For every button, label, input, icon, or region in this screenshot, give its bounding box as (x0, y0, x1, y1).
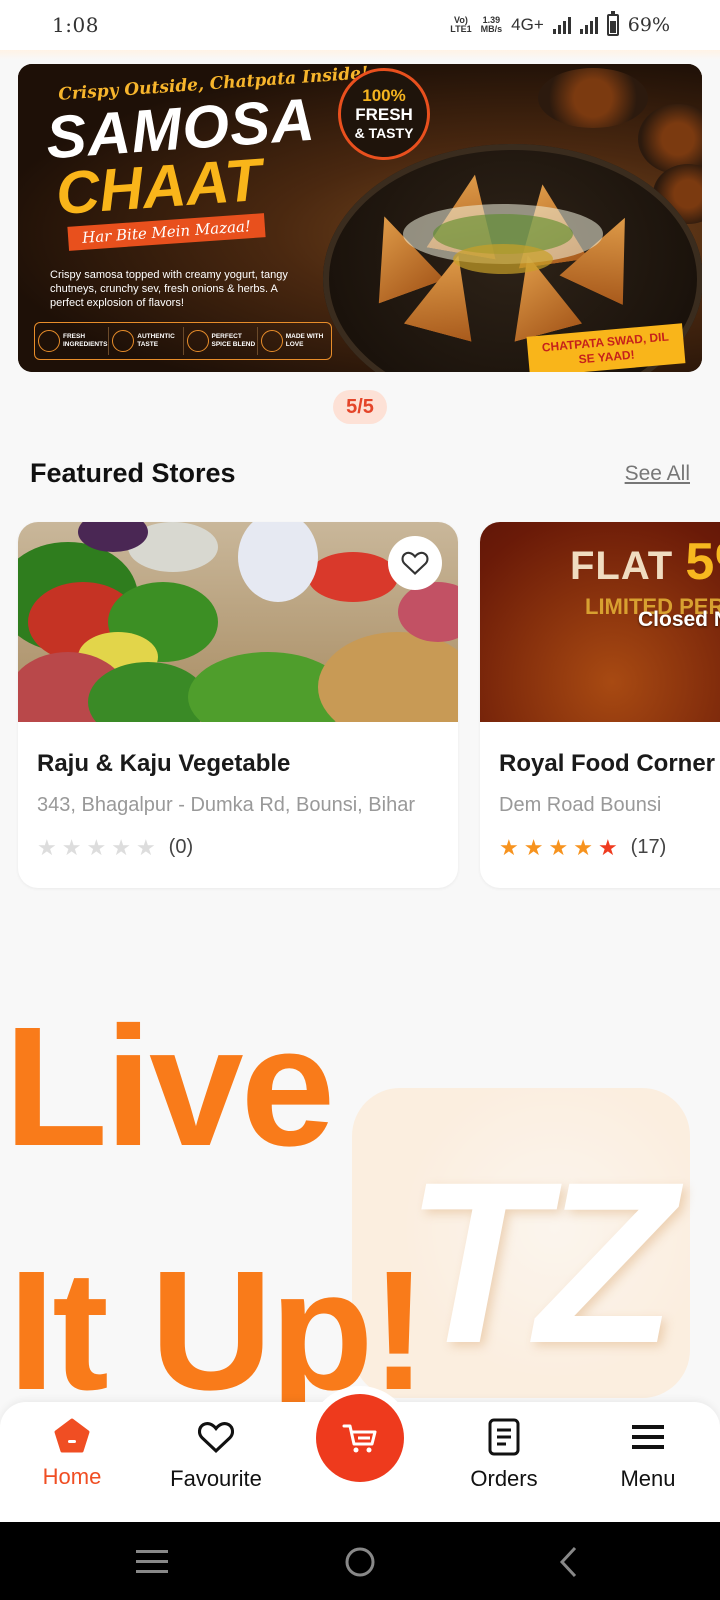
star-icon: ★ (597, 834, 618, 860)
system-navigation-bar (0, 1522, 720, 1600)
badge-line: & TASTY (354, 124, 414, 141)
feature-label: MADE WITH LOVE (285, 333, 324, 348)
store-address: Dem Road Bounsi (499, 794, 662, 816)
store-card[interactable]: Raju & Kaju Vegetable 343, Bhagalpur - D… (18, 522, 458, 888)
status-time: 1:08 (52, 13, 99, 37)
signal-icon (552, 16, 571, 34)
star-icon: ★ (523, 834, 544, 860)
star-icon: ★ (111, 834, 131, 860)
promo-headline: Live (4, 992, 335, 1182)
battery-fill (609, 20, 616, 33)
battery-percent: 69% (627, 14, 670, 36)
status-indicators: Vo) LTE1 1.39 MB/s 4G+ 69% (450, 11, 670, 36)
network-type: 4G+ (511, 15, 544, 34)
store-image: FLAT 5% LIMITED PERIO Closed N (480, 522, 720, 722)
star-icon: ★ (61, 834, 82, 860)
badge-line: 100% (362, 85, 406, 105)
feature-item: MADE WITH LOVE (258, 327, 331, 355)
chutney-bowl (538, 68, 648, 128)
home-icon (51, 1416, 93, 1458)
promo-banner[interactable]: Crispy Outside, Chatpata Inside! SAMOSA … (18, 64, 702, 372)
review-count: (17) (630, 836, 667, 858)
recent-apps-icon (136, 1550, 168, 1573)
carousel-indicator: 5/5 (333, 390, 387, 424)
star-icon: ★ (37, 834, 57, 860)
love-icon (260, 330, 283, 352)
review-count: (0) (168, 836, 194, 858)
badge-line: FRESH (355, 104, 413, 124)
battery-icon (606, 11, 619, 36)
nav-label: Menu (620, 1466, 676, 1491)
status-bar: 1:08 Vo) LTE1 1.39 MB/s 4G+ 69% (0, 0, 720, 50)
feature-item: PERFECT SPICE BLEND (184, 327, 258, 355)
network-speed: 1.39 MB/s (481, 16, 503, 34)
store-rating: ★ ★ ★ ★ ★ (0) (37, 836, 193, 859)
favourite-button[interactable] (388, 536, 442, 590)
feature-label: FRESH INGREDIENTS (63, 333, 108, 348)
volte-indicator: Vo) LTE1 (450, 15, 472, 34)
leaf-icon (38, 330, 60, 352)
store-image (18, 522, 458, 722)
app-logo-text: TZ (405, 1134, 676, 1391)
sev-topping (453, 244, 553, 274)
network-speed-unit: MB/s (480, 24, 503, 34)
store-card[interactable]: FLAT 5% LIMITED PERIO Closed N Royal Foo… (480, 522, 720, 888)
section-title: Featured Stores (30, 458, 236, 488)
header-strip (0, 50, 720, 60)
cart-icon (342, 1424, 377, 1453)
nav-label: Home (42, 1464, 102, 1489)
nav-orders[interactable]: Orders (432, 1402, 576, 1522)
store-status: Closed N (638, 608, 720, 631)
nav-favourite[interactable]: Favourite (144, 1402, 288, 1522)
store-rating: ★ ★ ★ ★ ★ (17) (499, 836, 666, 859)
promo-flat-label: FLAT (570, 544, 674, 588)
circle-home-icon (345, 1547, 375, 1577)
signal-icon-2 (579, 16, 598, 34)
nav-label: Favourite (170, 1466, 262, 1491)
feature-item: FRESH INGREDIENTS (35, 327, 110, 355)
chili-icon (186, 330, 209, 352)
feature-label: AUTHENTIC TASTE (137, 333, 175, 348)
star-icon: ★ (573, 834, 593, 860)
store-name: Raju & Kaju Vegetable (37, 750, 291, 777)
store-name: Royal Food Corner (499, 750, 716, 777)
banner-features: FRESH INGREDIENTS AUTHENTIC TASTE PERFEC… (34, 322, 332, 360)
orders-icon (483, 1416, 525, 1458)
bowl-icon (112, 330, 135, 352)
store-address: 343, Bhagalpur - Dumka Rd, Bounsi, Bihar (37, 794, 415, 816)
banner-description: Crispy samosa topped with creamy yogurt,… (50, 269, 288, 309)
cart-button[interactable] (308, 1386, 412, 1490)
recent-apps-button[interactable] (128, 1542, 176, 1582)
nav-label: Orders (470, 1466, 538, 1491)
promo-value: 5% (685, 533, 720, 591)
fresh-badge: 100% FRESH & TASTY (338, 68, 430, 160)
menu-icon (627, 1416, 669, 1458)
feature-label: PERFECT SPICE BLEND (211, 333, 256, 348)
star-icon: ★ (86, 834, 107, 860)
nav-menu[interactable]: Menu (576, 1402, 720, 1522)
promo-flat: FLAT 5% (570, 532, 720, 592)
nav-home[interactable]: Home (0, 1402, 144, 1522)
back-button[interactable] (544, 1542, 592, 1582)
back-icon (559, 1546, 577, 1578)
heart-icon (195, 1416, 237, 1458)
star-icon: ★ (499, 834, 519, 860)
heart-icon (401, 551, 429, 575)
see-all-link[interactable]: See All (625, 462, 690, 486)
app-screen: 1:08 Vo) LTE1 1.39 MB/s 4G+ 69% Crispy O… (0, 0, 720, 1600)
feature-item: AUTHENTIC TASTE (109, 327, 184, 355)
star-icon: ★ (135, 834, 156, 860)
star-icon: ★ (548, 834, 569, 860)
home-system-button[interactable] (336, 1542, 384, 1582)
cart-icon-circle (316, 1394, 404, 1482)
